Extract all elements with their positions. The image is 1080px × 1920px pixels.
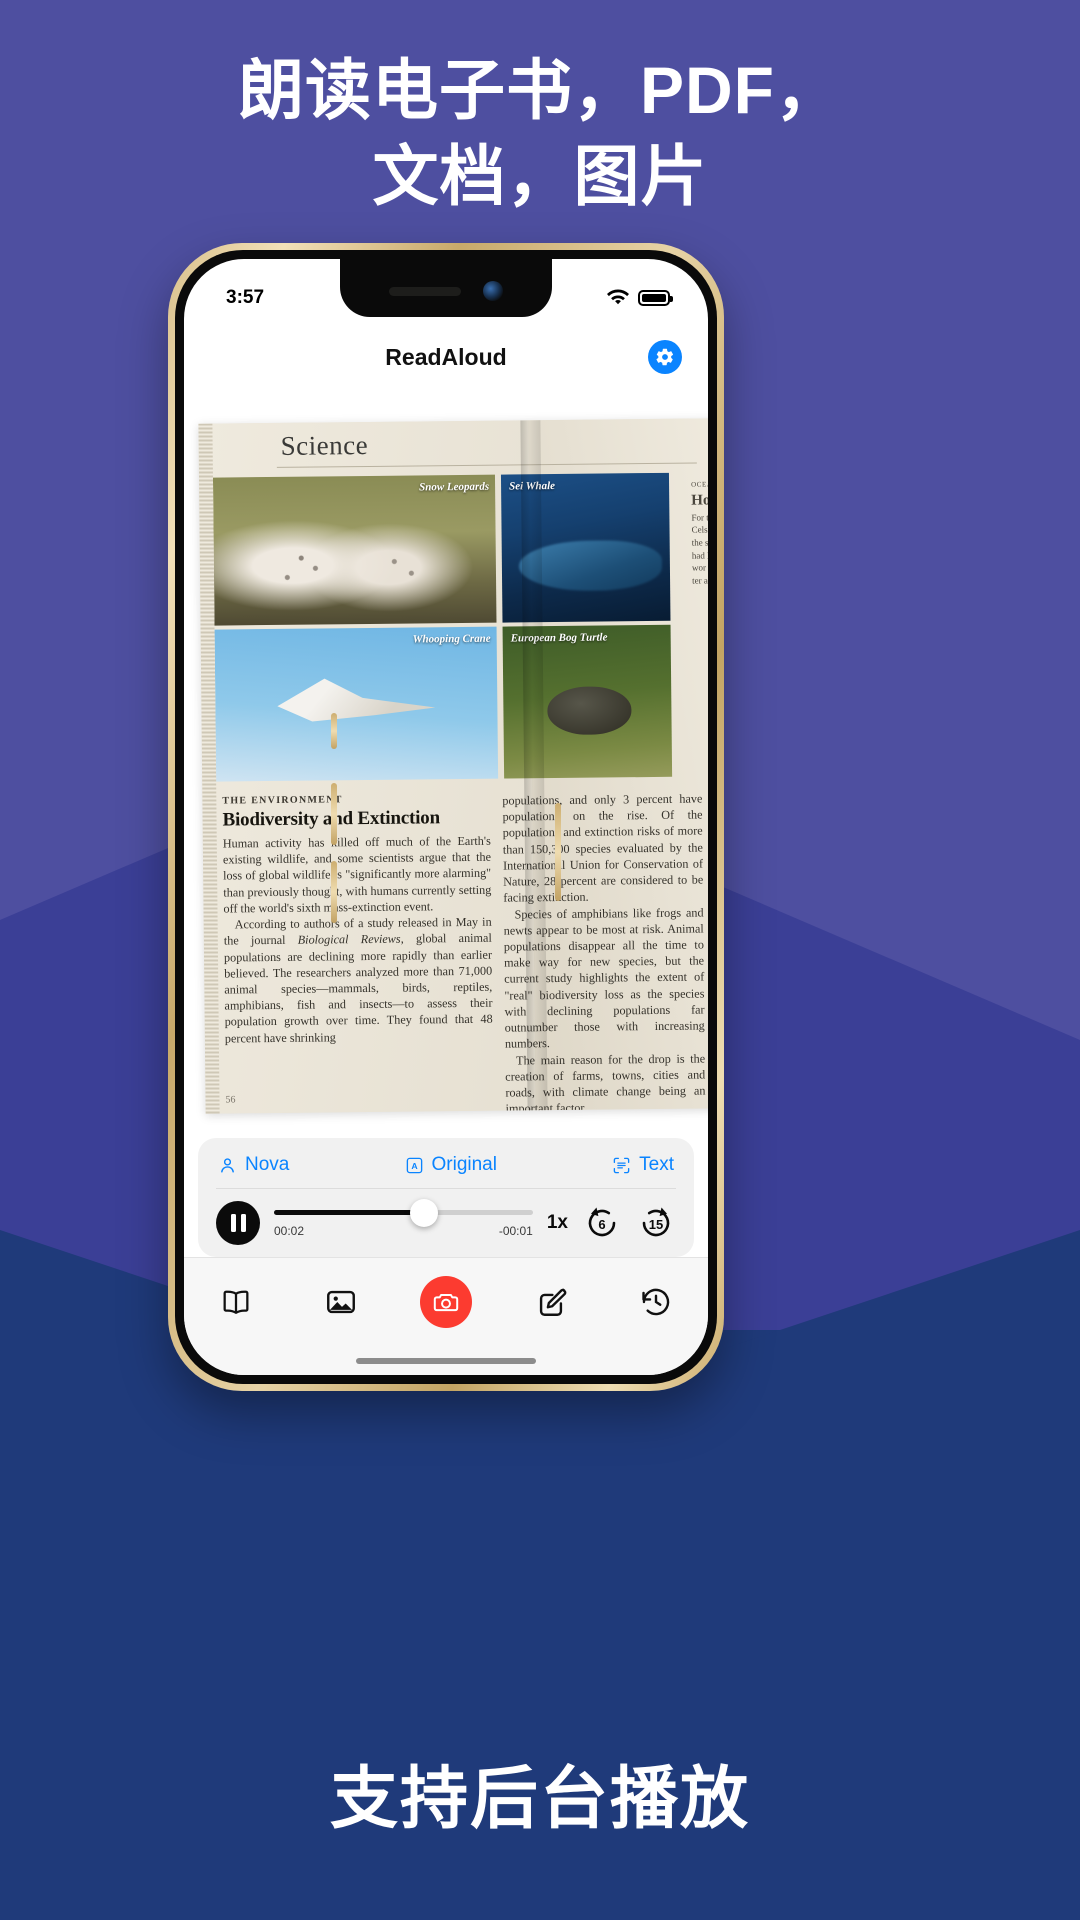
magazine-section-header: Science [280, 429, 369, 461]
front-camera-icon [483, 281, 503, 301]
page-number: 56 [225, 1094, 236, 1106]
article-kicker: THE ENVIRONMENT [222, 794, 343, 807]
photo-whooping-crane: Whooping Crane [214, 626, 499, 782]
forward-seconds-label: 15 [648, 1217, 664, 1232]
article-column-left: Human activity has killed off much of th… [223, 833, 493, 1047]
tab-book[interactable] [203, 1276, 269, 1328]
wifi-icon [607, 289, 629, 305]
battery-icon [638, 290, 673, 306]
article-paragraph: Human activity has killed off much of th… [222, 833, 492, 916]
app-title: ReadAloud [385, 343, 507, 370]
far-column-kicker: OCEANS [691, 480, 708, 489]
caption-snow-leopards: Snow Leopards [419, 480, 490, 494]
text-view-button[interactable]: Text [612, 1154, 674, 1176]
letter-a-box-icon: A [406, 1157, 422, 1173]
phone-power-button[interactable] [555, 803, 561, 901]
tab-history[interactable] [623, 1276, 689, 1328]
voice-label: Nova [245, 1154, 290, 1175]
promo-headline-line-2: 文档，图片 [372, 138, 708, 213]
phone-mute-switch[interactable] [331, 713, 337, 749]
caption-whooping-crane: Whooping Crane [412, 632, 491, 646]
far-column-head: Hot [691, 492, 708, 509]
app-header: ReadAloud [184, 329, 708, 385]
forward-15-icon[interactable]: 15 [636, 1203, 676, 1243]
player-times: 00:02 -00:01 [274, 1224, 533, 1238]
magazine-far-column: OCEANS Hot For t hit b Celsi hotte the s… [691, 480, 708, 720]
promo-footer-text: 支持后台播放 [329, 1761, 750, 1837]
tab-photos[interactable] [308, 1276, 374, 1328]
promo-headline: 朗读电子书，PDF， 文档，图片 [0, 48, 1080, 220]
photo-icon [327, 1290, 356, 1314]
rewind-seconds-label: 6 [598, 1217, 606, 1232]
earpiece-speaker [389, 286, 461, 296]
voice-selector[interactable]: Nova [218, 1154, 289, 1176]
player-divider [216, 1188, 676, 1189]
audio-player-card: Nova A Original Text 00:02 -00:01 1x 6 1… [198, 1138, 694, 1257]
phone-bezel: 3:57 ReadAloud Science Snow Leopards Sei… [175, 250, 717, 1384]
bottom-tab-bar [184, 1257, 708, 1375]
text-label: Text [639, 1154, 674, 1175]
mode-selector[interactable]: A Original [405, 1154, 497, 1176]
book-icon [223, 1290, 249, 1314]
article-journal-name: Biological Reviews [297, 931, 401, 948]
tab-compose[interactable] [518, 1276, 584, 1328]
promo-headline-line-1: 朗读电子书，PDF， [238, 53, 842, 127]
progress-fill [274, 1210, 425, 1215]
phone-notch [340, 259, 552, 317]
article-text-b: , global animal populations are declinin… [223, 931, 493, 1046]
article-paragraph: According to authors of a study released… [224, 914, 493, 1047]
phone-volume-down-button[interactable] [331, 861, 337, 923]
player-options-row: Nova A Original Text [214, 1152, 678, 1188]
home-indicator[interactable] [356, 1358, 536, 1364]
text-scan-icon [613, 1157, 630, 1173]
camera-button[interactable] [419, 1276, 472, 1328]
playback-speed-button[interactable]: 1x [547, 1212, 568, 1234]
person-icon [221, 1157, 234, 1173]
photo-snow-leopards: Snow Leopards [212, 474, 497, 626]
pause-icon[interactable] [216, 1201, 260, 1245]
phone-screen: 3:57 ReadAloud Science Snow Leopards Sei… [184, 259, 708, 1375]
far-column-lines: For t hit b Celsi hotte the s Flor had l… [691, 512, 708, 586]
magazine-spread: Science Snow Leopards Sei Whale Whooping… [198, 418, 708, 1114]
rewind-6-icon[interactable]: 6 [582, 1203, 622, 1243]
gear-icon[interactable] [648, 340, 682, 374]
compose-icon [539, 1288, 567, 1316]
camera-icon [433, 1294, 459, 1312]
player-transport-row: 00:02 -00:01 1x 6 15 [214, 1198, 678, 1245]
document-viewer[interactable]: Science Snow Leopards Sei Whale Whooping… [184, 411, 708, 1125]
progress-knob[interactable] [410, 1198, 439, 1227]
gear-glyph [656, 348, 674, 366]
progress-track [274, 1198, 533, 1227]
phone-mockup: 3:57 ReadAloud Science Snow Leopards Sei… [168, 243, 724, 1391]
tab-camera[interactable] [413, 1276, 479, 1328]
status-bar-time: 3:57 [226, 287, 265, 308]
history-icon [641, 1288, 669, 1316]
remaining-time: -00:01 [498, 1224, 533, 1238]
mode-label: Original [431, 1154, 497, 1175]
svg-text:A: A [411, 1161, 418, 1171]
status-bar-indicators [606, 289, 673, 307]
elapsed-time: 00:02 [274, 1224, 305, 1238]
progress-slider[interactable]: 00:02 -00:01 [274, 1198, 533, 1238]
phone-volume-up-button[interactable] [331, 783, 337, 845]
